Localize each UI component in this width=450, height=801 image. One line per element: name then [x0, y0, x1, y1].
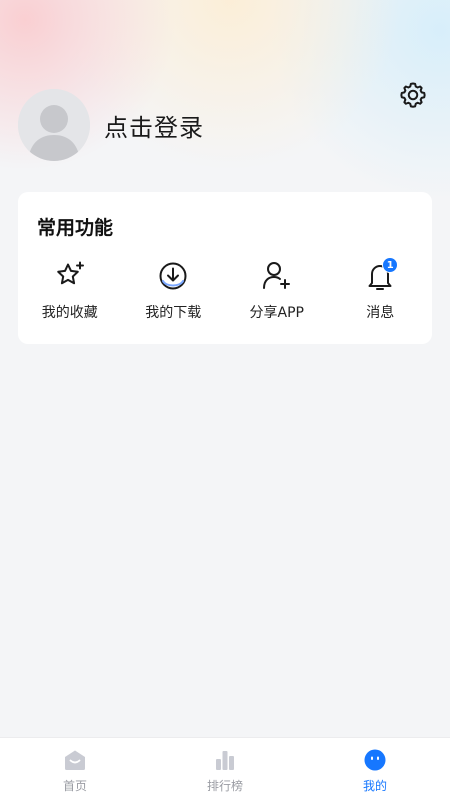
card-title: 常用功能 — [37, 217, 114, 239]
downloads-button[interactable]: 我的下载 — [122, 258, 226, 328]
user-avatar-placeholder-icon — [18, 89, 90, 161]
add-user-icon — [262, 262, 290, 289]
home-icon — [65, 750, 85, 770]
bar-chart-icon — [216, 751, 234, 770]
tab-ranking-label: 排行榜 — [206, 779, 243, 793]
messages-label: 消息 — [366, 305, 395, 321]
messages-button[interactable]: 1 消息 — [329, 257, 433, 328]
tab-home-label: 首页 — [62, 779, 87, 793]
tab-mine-label: 我的 — [362, 779, 387, 793]
tab-mine[interactable]: 我的 — [300, 738, 450, 801]
mine-page: 点击登录 常用功能 我的收藏 我的下载 分享APP 1 消息 首页 排行榜 我的 — [0, 0, 450, 801]
login-prompt-text[interactable]: 点击登录 — [104, 108, 204, 143]
download-icon — [159, 262, 187, 290]
functions-row: 我的收藏 我的下载 分享APP 1 消息 — [18, 257, 433, 328]
bottom-tab-bar: 首页 排行榜 我的 — [0, 737, 450, 801]
common-functions-card: 常用功能 我的收藏 我的下载 分享APP 1 消息 — [18, 192, 432, 344]
smile-face-icon — [364, 749, 386, 771]
downloads-label: 我的下载 — [145, 305, 202, 321]
favorites-label: 我的收藏 — [41, 305, 98, 321]
tab-home[interactable]: 首页 — [0, 738, 150, 801]
favorites-button[interactable]: 我的收藏 — [18, 258, 122, 328]
tab-ranking[interactable]: 排行榜 — [150, 738, 300, 801]
gear-icon — [400, 82, 426, 108]
avatar[interactable] — [18, 89, 90, 161]
share-app-button[interactable]: 分享APP — [225, 258, 329, 328]
share-app-label: 分享APP — [249, 305, 304, 321]
star-sparkle-icon — [56, 261, 84, 285]
login-profile-area[interactable]: 点击登录 — [18, 89, 204, 161]
settings-button[interactable] — [396, 78, 430, 112]
